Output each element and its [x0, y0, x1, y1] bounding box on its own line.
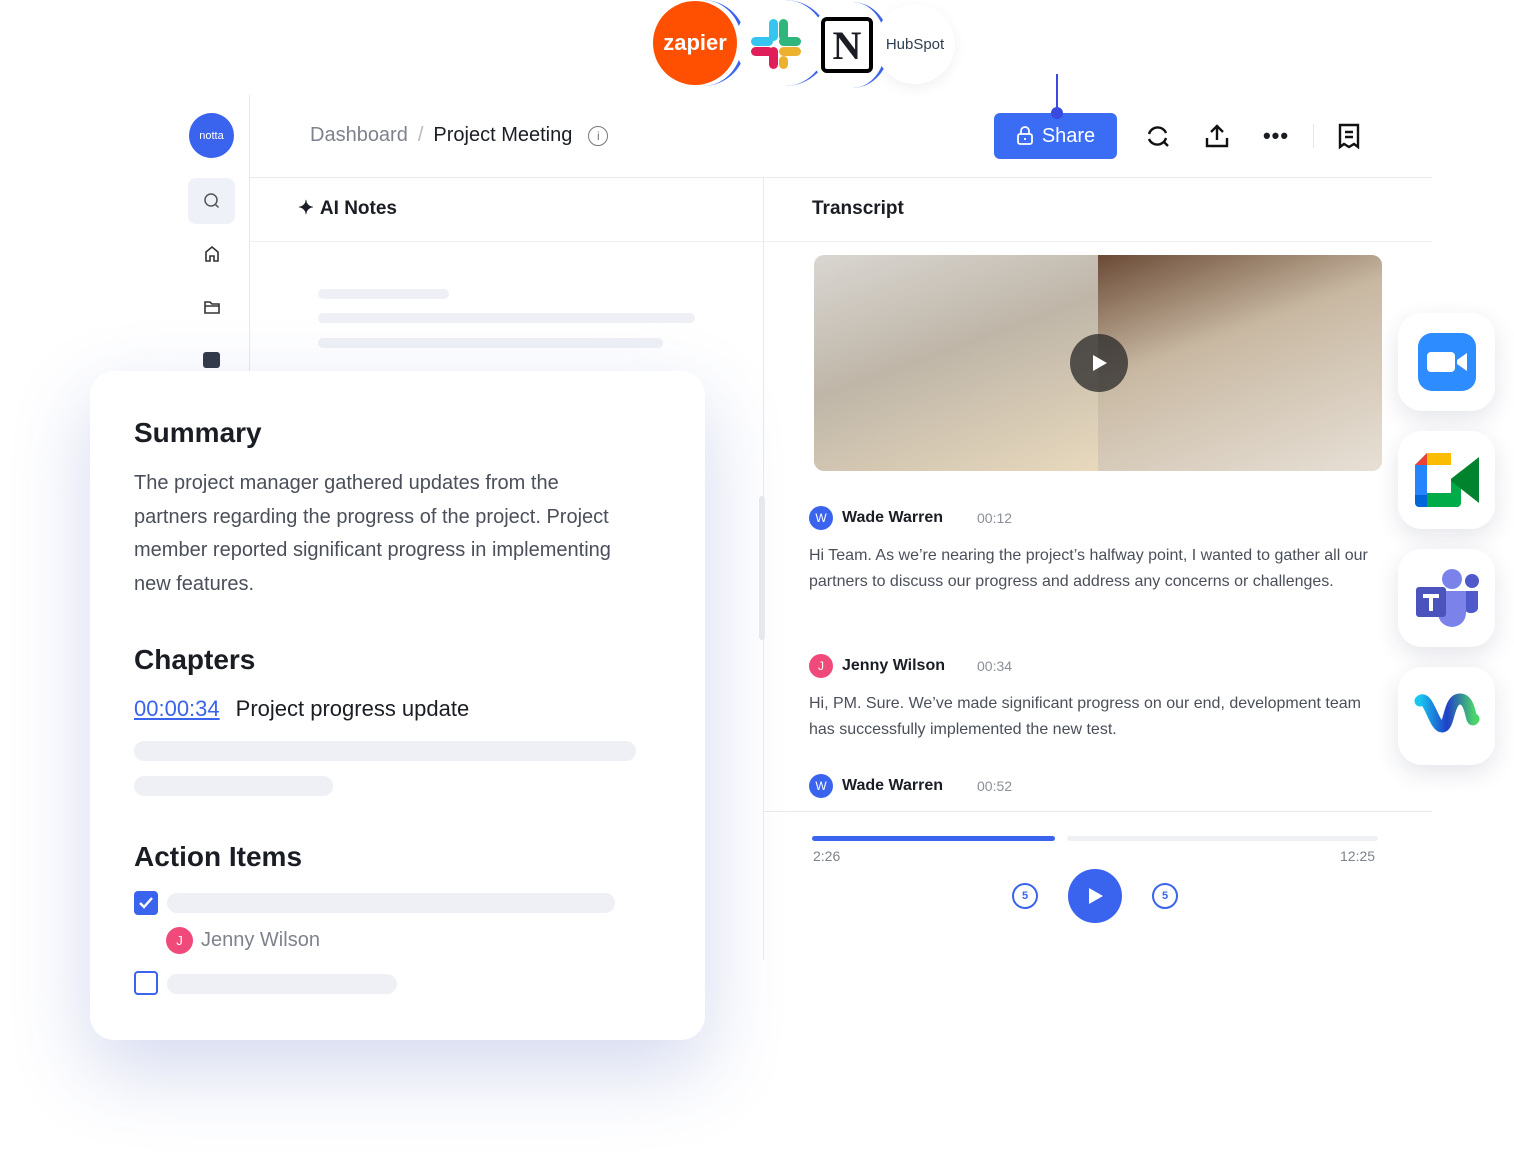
- zoom-icon: [1417, 333, 1476, 391]
- play-button[interactable]: [1068, 869, 1122, 923]
- sidebar-item-search[interactable]: [188, 178, 235, 224]
- skeleton-line: [318, 313, 695, 323]
- connector-dot: [1051, 107, 1063, 119]
- rewind-button[interactable]: 5: [1012, 883, 1038, 909]
- transcript-speaker: W Wade Warren 00:52: [809, 774, 1012, 798]
- action-item-assignee: J Jenny Wilson: [166, 927, 320, 954]
- progress-remaining: [1067, 836, 1378, 841]
- timestamp[interactable]: 00:12: [977, 510, 1012, 526]
- google-meet-integration[interactable]: [1398, 431, 1495, 529]
- share-label: Share: [1041, 124, 1096, 147]
- sidebar-item-files[interactable]: [188, 284, 235, 330]
- info-icon[interactable]: i: [588, 125, 609, 146]
- export-button[interactable]: [1201, 120, 1233, 152]
- sparkle-icon: ✦: [298, 198, 314, 219]
- avatar: W: [809, 506, 833, 530]
- speaker-name: Wade Warren: [842, 509, 944, 526]
- teams-icon: [1415, 569, 1479, 627]
- assignee-name: Jenny Wilson: [201, 929, 320, 951]
- skeleton-line: [318, 338, 663, 348]
- notion-logo: N: [808, 4, 886, 86]
- skeleton-line: [134, 776, 333, 796]
- more-icon: •••: [1262, 123, 1290, 148]
- total-time: 12:25: [1340, 848, 1376, 864]
- home-icon: [204, 245, 219, 262]
- slack-logo: [735, 3, 815, 83]
- breadcrumb: Dashboard / Project Meeting i: [310, 124, 609, 147]
- notes-button[interactable]: [1333, 120, 1365, 152]
- skeleton-line: [134, 741, 636, 761]
- forward-5-icon: 5: [1161, 890, 1169, 902]
- summary-card: Summary The project manager gathered upd…: [90, 371, 705, 1040]
- skeleton-line: [318, 289, 449, 299]
- transcript-speaker: W Wade Warren 00:12: [809, 506, 1012, 530]
- ai-notes-tab[interactable]: ✦ AI Notes: [298, 197, 397, 220]
- speaker-name: Jenny Wilson: [842, 657, 945, 674]
- progress-bar[interactable]: [812, 836, 1378, 841]
- skeleton-line: [167, 974, 397, 994]
- share-button[interactable]: Share: [994, 113, 1117, 159]
- ai-notes-title: AI Notes: [319, 197, 397, 219]
- check-icon: [139, 897, 153, 909]
- timestamp[interactable]: 00:34: [977, 658, 1012, 674]
- refresh-search-icon: [1147, 126, 1169, 147]
- video-play-button[interactable]: [1070, 334, 1128, 392]
- player-border: [764, 811, 1432, 812]
- chapter-title: Project progress update: [235, 696, 470, 721]
- page-title: Project Meeting: [433, 124, 573, 146]
- webex-integration[interactable]: [1398, 667, 1495, 765]
- zapier-logo: zapier: [653, 1, 737, 85]
- chapter-timestamp-link[interactable]: 00:00:34: [134, 696, 220, 722]
- chapter-item: 00:00:34 Project progress update: [134, 696, 469, 722]
- search-icon: [203, 193, 219, 209]
- upload-icon: [1205, 124, 1229, 148]
- speaker-name: Wade Warren: [842, 777, 944, 794]
- timestamp[interactable]: 00:52: [977, 778, 1012, 794]
- teams-integration[interactable]: [1398, 549, 1495, 647]
- avatar: J: [166, 927, 193, 954]
- transcript-text: Hi Team. As we’re nearing the project’s …: [809, 547, 1368, 590]
- receipt-icon: [1338, 123, 1360, 150]
- header-border: [250, 177, 1432, 178]
- summary-text: The project manager gathered updates fro…: [134, 472, 611, 595]
- transcript-speaker: J Jenny Wilson 00:34: [809, 654, 1012, 678]
- sidebar-item-home[interactable]: [188, 231, 235, 277]
- hubspot-logo: HubSpot: [875, 4, 955, 84]
- breadcrumb-separator: /: [417, 124, 424, 146]
- participant-video-woman: [1098, 255, 1382, 471]
- notes-header-border: [250, 241, 763, 242]
- more-button[interactable]: •••: [1260, 120, 1292, 152]
- summary-heading: Summary: [134, 417, 262, 448]
- action-item-checkbox-checked[interactable]: [134, 891, 158, 915]
- action-item-checkbox[interactable]: [134, 971, 158, 995]
- transcript-header-border: [764, 241, 1432, 242]
- forward-button[interactable]: 5: [1152, 883, 1178, 909]
- zoom-integration[interactable]: [1398, 313, 1495, 411]
- google-meet-icon: [1414, 453, 1479, 507]
- avatar: J: [809, 654, 833, 678]
- folder-icon: [203, 301, 220, 314]
- calendar-icon: [203, 352, 220, 368]
- rewind-5-icon: 5: [1021, 890, 1029, 902]
- play-icon: [1089, 888, 1103, 904]
- video-player[interactable]: [814, 255, 1382, 471]
- transcript-title: Transcript: [812, 198, 904, 219]
- avatar: W: [809, 774, 833, 798]
- webex-icon: [1414, 693, 1479, 733]
- panel-resize-handle[interactable]: [759, 496, 765, 640]
- skeleton-line: [167, 893, 615, 913]
- action-items-heading: Action Items: [134, 841, 303, 872]
- transcript-text: Hi, PM. Sure. We’ve made significant pro…: [809, 695, 1361, 738]
- sync-search-button[interactable]: [1142, 120, 1174, 152]
- breadcrumb-dashboard[interactable]: Dashboard: [310, 124, 408, 147]
- play-icon: [1093, 355, 1107, 371]
- notta-logo[interactable]: notta: [189, 113, 234, 158]
- header-divider: [1313, 124, 1314, 148]
- current-time: 2:26: [813, 848, 841, 864]
- lock-icon: [1016, 126, 1033, 145]
- participant-video-man: [814, 255, 1098, 471]
- chapters-heading: Chapters: [134, 644, 256, 675]
- progress-fill: [812, 836, 1056, 841]
